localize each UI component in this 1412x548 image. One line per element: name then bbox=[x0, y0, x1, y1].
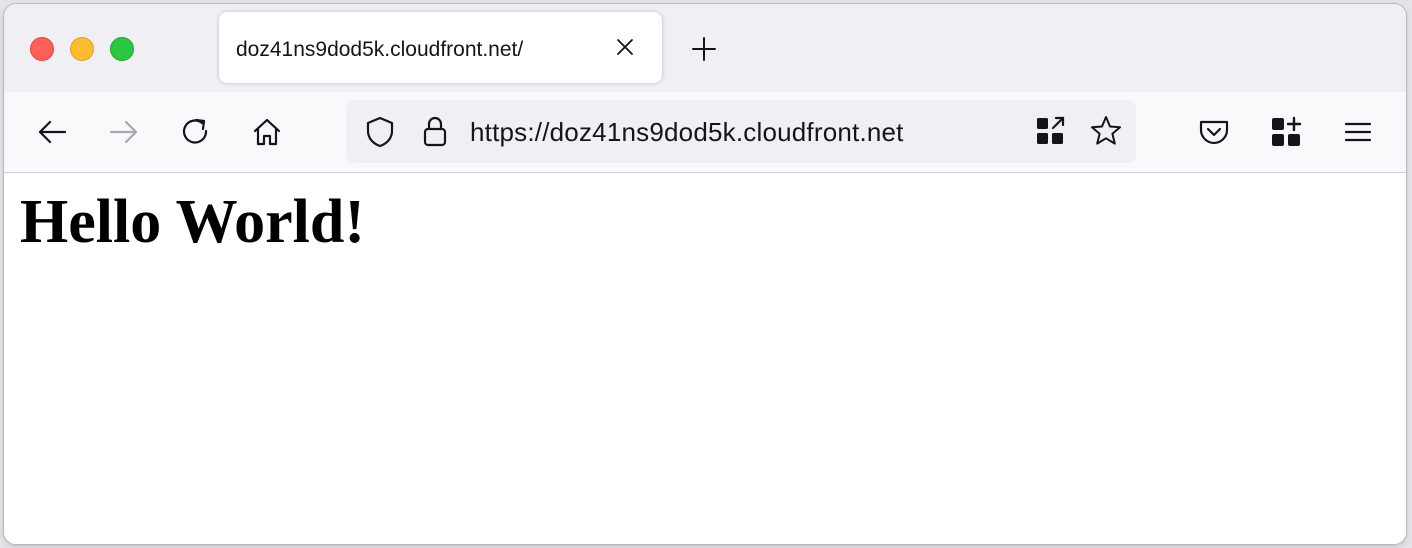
url-text[interactable]: https://doz41ns9dod5k.cloudfront.net bbox=[470, 117, 904, 148]
close-icon[interactable] bbox=[615, 37, 635, 57]
window-close-button[interactable] bbox=[30, 37, 54, 61]
star-icon[interactable] bbox=[1089, 114, 1123, 148]
url-bar[interactable]: https://doz41ns9dod5k.cloudfront.net bbox=[346, 100, 1136, 163]
navigation-toolbar: https://doz41ns9dod5k.cloudfront.net bbox=[4, 92, 1406, 173]
window-minimize-button[interactable] bbox=[70, 37, 94, 61]
tab-title: doz41ns9dod5k.cloudfront.net/ bbox=[236, 38, 524, 61]
extensions-icon[interactable] bbox=[1268, 114, 1304, 150]
page-content: Hello World! bbox=[4, 173, 1406, 544]
home-icon[interactable] bbox=[249, 114, 285, 150]
reload-icon[interactable] bbox=[178, 114, 214, 150]
qr-code-icon[interactable] bbox=[1034, 115, 1068, 149]
arrow-left-icon[interactable] bbox=[34, 114, 70, 150]
plus-icon[interactable] bbox=[689, 34, 719, 64]
lock-icon[interactable] bbox=[418, 114, 452, 148]
page-heading: Hello World! bbox=[20, 188, 366, 256]
tab-active[interactable]: doz41ns9dod5k.cloudfront.net/ bbox=[219, 12, 662, 83]
browser-window: doz41ns9dod5k.cloudfront.net/ https://do… bbox=[4, 4, 1406, 544]
shield-icon[interactable] bbox=[363, 115, 397, 149]
window-maximize-button[interactable] bbox=[110, 37, 134, 61]
arrow-right-icon[interactable] bbox=[106, 114, 142, 150]
menu-icon[interactable] bbox=[1340, 114, 1376, 150]
tab-strip: doz41ns9dod5k.cloudfront.net/ bbox=[4, 4, 1406, 92]
pocket-icon[interactable] bbox=[1196, 114, 1232, 150]
